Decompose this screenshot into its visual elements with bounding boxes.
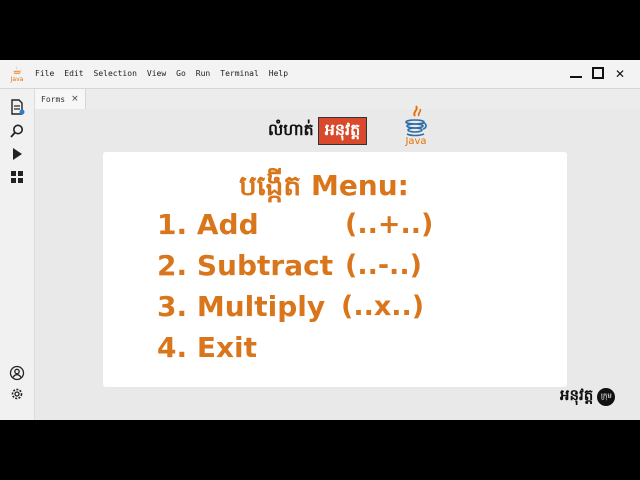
brand-text: អនុវត្ត [560, 386, 594, 404]
maximize-icon [592, 67, 604, 79]
account-icon[interactable] [9, 365, 25, 381]
lesson-title-text: លំហាត់ [268, 120, 314, 139]
java-logo-text: Java [405, 136, 427, 147]
menu-op-multiply: (..x..) [341, 291, 425, 322]
menu-item-subtract: 2. Subtract [157, 249, 334, 282]
search-icon[interactable] [9, 123, 25, 139]
menu-go[interactable]: Go [171, 60, 191, 88]
maximize-button[interactable] [592, 67, 604, 81]
window-controls: ✕ [570, 60, 626, 88]
tab-bar: Forms × [35, 89, 640, 109]
menu-terminal[interactable]: Terminal [215, 60, 264, 88]
coffee-cup-icon: ☕ [12, 64, 22, 77]
java-logo: Java [400, 104, 432, 150]
menu-bar: ☕ Java File Edit Selection View Go Run T… [0, 60, 640, 89]
close-button[interactable]: ✕ [614, 68, 626, 80]
menu-item-exit: 4. Exit [157, 331, 258, 364]
menu-selection[interactable]: Selection [89, 60, 142, 88]
minimize-icon [570, 76, 582, 78]
menu-edit[interactable]: Edit [59, 60, 88, 88]
tab-close-icon[interactable]: × [71, 94, 79, 104]
menu-file[interactable]: File [30, 60, 59, 88]
tab-forms[interactable]: Forms × [35, 89, 86, 109]
menu-run[interactable]: Run [191, 60, 215, 88]
menu-op-add: (..+..) [345, 209, 434, 240]
java-app-icon: ☕ Java [4, 60, 30, 88]
tab-label: Forms [41, 94, 66, 104]
app-window: ☕ Java File Edit Selection View Go Run T… [0, 60, 640, 420]
menu-view[interactable]: View [142, 60, 171, 88]
explorer-icon[interactable] [9, 99, 25, 115]
gear-icon[interactable] [9, 386, 25, 402]
activity-bar [0, 89, 35, 420]
extensions-icon[interactable] [9, 169, 25, 185]
menu-item-multiply: 3. Multiply [157, 290, 326, 323]
brand-watermark: អនុវត្ត ក្រុម [560, 385, 616, 409]
app-logo-text: Java [10, 76, 24, 83]
brand-badge: ក្រុម [597, 388, 616, 406]
java-cup-icon [405, 105, 427, 137]
menu-title: បង្កើត Menu: [239, 169, 409, 202]
lesson-title-badge: អនុវត្ត [317, 117, 368, 145]
minimize-button[interactable] [570, 68, 582, 80]
run-icon[interactable] [9, 146, 25, 162]
lesson-title: លំហាត់ អនុវត្ត [268, 116, 368, 146]
menu-op-subtract: (..-..) [345, 250, 422, 281]
menu-item-add: 1. Add [157, 208, 259, 241]
menu-help[interactable]: Help [264, 60, 293, 88]
menu-card: បង្កើត Menu: 1. Add (..+..) 2. Subtract … [103, 152, 567, 387]
